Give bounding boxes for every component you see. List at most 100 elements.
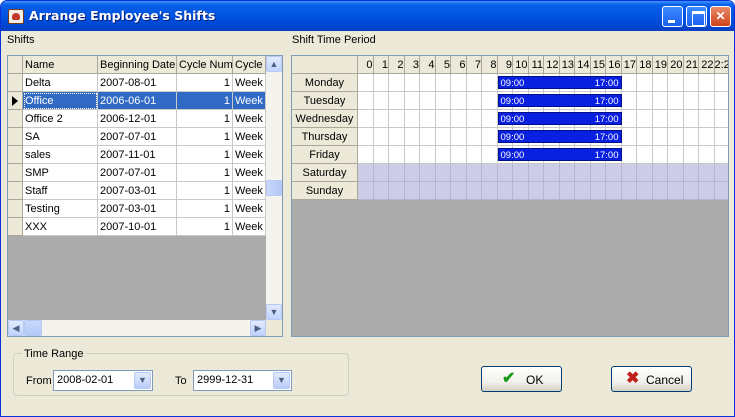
time-slot[interactable] bbox=[389, 128, 405, 146]
time-slot[interactable] bbox=[528, 164, 544, 182]
time-slot[interactable] bbox=[497, 182, 513, 200]
time-slot[interactable] bbox=[668, 164, 684, 182]
time-slot[interactable] bbox=[404, 128, 420, 146]
time-slot[interactable] bbox=[652, 146, 668, 164]
cell-date[interactable]: 2007-07-01 bbox=[98, 164, 177, 182]
time-slot[interactable] bbox=[358, 110, 374, 128]
time-slot[interactable] bbox=[683, 182, 699, 200]
time-slot[interactable] bbox=[373, 110, 389, 128]
time-slot[interactable] bbox=[373, 146, 389, 164]
cell-cycle-num[interactable]: 1 bbox=[177, 74, 233, 92]
shift-row[interactable]: Office 2 2006-12-01 1 Week bbox=[8, 110, 266, 128]
time-slot[interactable] bbox=[358, 164, 374, 182]
cell-cycle[interactable]: Week bbox=[233, 92, 266, 110]
time-slot[interactable] bbox=[652, 92, 668, 110]
from-dropdown-icon[interactable]: ▼ bbox=[134, 372, 151, 389]
cell-name[interactable]: sales bbox=[23, 146, 98, 164]
time-slot[interactable] bbox=[435, 164, 451, 182]
time-slot[interactable] bbox=[544, 164, 560, 182]
cell-cycle[interactable]: Week bbox=[233, 74, 266, 92]
time-slot[interactable] bbox=[683, 74, 699, 92]
column-header-cycle-number[interactable]: Cycle Number bbox=[177, 56, 233, 74]
cell-name[interactable]: Testing bbox=[23, 200, 98, 218]
ok-button[interactable]: ✔ OK bbox=[481, 366, 562, 392]
time-slot[interactable] bbox=[404, 182, 420, 200]
time-slot[interactable] bbox=[652, 164, 668, 182]
time-slot[interactable] bbox=[714, 182, 728, 200]
time-slot[interactable] bbox=[621, 92, 637, 110]
time-slot[interactable] bbox=[699, 92, 715, 110]
vertical-scrollbar[interactable]: ▲ ▼ bbox=[266, 56, 282, 320]
cell-name[interactable]: Staff bbox=[23, 182, 98, 200]
time-slot[interactable] bbox=[466, 182, 482, 200]
time-slot[interactable] bbox=[435, 182, 451, 200]
time-slot[interactable] bbox=[699, 128, 715, 146]
row-selector[interactable] bbox=[8, 218, 23, 236]
time-slot[interactable] bbox=[451, 110, 467, 128]
time-slot[interactable] bbox=[404, 74, 420, 92]
time-slot[interactable] bbox=[683, 92, 699, 110]
cell-date[interactable]: 2007-08-01 bbox=[98, 74, 177, 92]
time-slot[interactable] bbox=[621, 74, 637, 92]
cell-date[interactable]: 2007-07-01 bbox=[98, 128, 177, 146]
time-slot[interactable] bbox=[668, 74, 684, 92]
time-slot[interactable] bbox=[606, 182, 622, 200]
time-slot[interactable] bbox=[404, 92, 420, 110]
time-slot[interactable] bbox=[389, 110, 405, 128]
scroll-up-button[interactable]: ▲ bbox=[266, 56, 282, 72]
row-selector[interactable] bbox=[8, 200, 23, 218]
cell-name[interactable]: Office 2 bbox=[23, 110, 98, 128]
row-selector[interactable] bbox=[8, 110, 23, 128]
horizontal-scroll-thumb[interactable] bbox=[24, 320, 42, 336]
time-slot[interactable] bbox=[358, 74, 374, 92]
time-slot[interactable] bbox=[482, 164, 498, 182]
shift-bar-monday[interactable]: 09:00 17:00 bbox=[497, 76, 622, 89]
cell-cycle[interactable]: Week bbox=[233, 200, 266, 218]
time-slot[interactable] bbox=[652, 74, 668, 92]
time-slot[interactable] bbox=[699, 110, 715, 128]
cell-name[interactable]: XXX bbox=[23, 218, 98, 236]
time-slot[interactable] bbox=[714, 164, 728, 182]
time-slot[interactable] bbox=[652, 110, 668, 128]
time-slot[interactable] bbox=[714, 74, 728, 92]
column-header-cycle[interactable]: Cycle bbox=[233, 56, 266, 74]
time-slot[interactable] bbox=[714, 92, 728, 110]
time-slot[interactable] bbox=[466, 92, 482, 110]
time-slot[interactable] bbox=[389, 92, 405, 110]
time-slot[interactable] bbox=[652, 128, 668, 146]
cell-date[interactable]: 2007-03-01 bbox=[98, 182, 177, 200]
shift-bar-wednesday[interactable]: 09:00 17:00 bbox=[497, 112, 622, 125]
cell-name[interactable]: SMP bbox=[23, 164, 98, 182]
scroll-left-button[interactable]: ◀ bbox=[8, 320, 24, 336]
time-slot[interactable] bbox=[482, 92, 498, 110]
time-slot[interactable] bbox=[389, 164, 405, 182]
cell-cycle[interactable]: Week bbox=[233, 146, 266, 164]
cell-cycle-num[interactable]: 1 bbox=[177, 164, 233, 182]
time-slot[interactable] bbox=[435, 74, 451, 92]
time-slot[interactable] bbox=[482, 74, 498, 92]
shift-bar-friday[interactable]: 09:00 17:00 bbox=[497, 148, 622, 161]
cell-cycle[interactable]: Week bbox=[233, 128, 266, 146]
time-slot[interactable] bbox=[420, 74, 436, 92]
title-bar[interactable]: Arrange Employee's Shifts ✕ bbox=[1, 1, 734, 31]
cancel-button[interactable]: ✖ Cancel bbox=[611, 366, 692, 392]
shift-row[interactable]: SA 2007-07-01 1 Week bbox=[8, 128, 266, 146]
time-slot[interactable] bbox=[404, 146, 420, 164]
time-slot[interactable] bbox=[497, 164, 513, 182]
time-slot[interactable] bbox=[435, 128, 451, 146]
row-selector[interactable] bbox=[8, 182, 23, 200]
close-button[interactable]: ✕ bbox=[710, 6, 731, 27]
time-slot[interactable] bbox=[389, 74, 405, 92]
time-slot[interactable] bbox=[358, 182, 374, 200]
time-slot[interactable] bbox=[590, 182, 606, 200]
time-slot[interactable] bbox=[637, 92, 653, 110]
time-slot[interactable] bbox=[358, 92, 374, 110]
time-slot[interactable] bbox=[420, 182, 436, 200]
time-slot[interactable] bbox=[451, 92, 467, 110]
column-header-beginning-date[interactable]: Beginning Date bbox=[98, 56, 177, 74]
cell-date[interactable]: 2007-11-01 bbox=[98, 146, 177, 164]
to-dropdown-icon[interactable]: ▼ bbox=[273, 372, 290, 389]
shift-bar-tuesday[interactable]: 09:00 17:00 bbox=[497, 94, 622, 107]
time-slot[interactable] bbox=[668, 128, 684, 146]
time-slot[interactable] bbox=[637, 128, 653, 146]
